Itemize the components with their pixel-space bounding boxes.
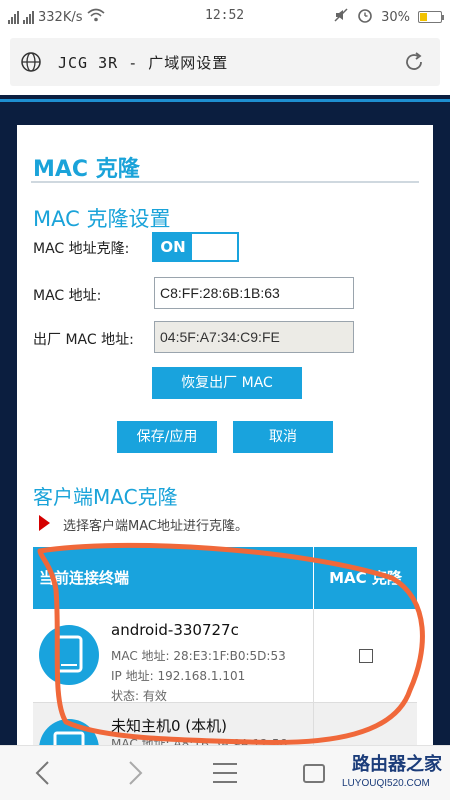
device-name: 未知主机0 (本机) (111, 717, 228, 735)
device-status: 状态: 有效 (111, 689, 167, 703)
factory-mac-label: 出厂 MAC 地址: (33, 332, 134, 348)
mac-clone-label: MAC 地址克隆: (33, 241, 130, 257)
back-icon[interactable] (32, 760, 54, 786)
signal-icon (23, 10, 34, 24)
section-heading: MAC 克隆 (33, 157, 140, 182)
mute-icon (333, 7, 349, 27)
battery-percent: 30% (381, 9, 410, 25)
network-speed: 332K/s (38, 9, 83, 25)
factory-mac-field: 04:5F:A7:34:C9:FE (154, 321, 354, 353)
status-left: 332K/s (8, 8, 105, 26)
toggle-on-label: ON (154, 234, 192, 260)
heading-divider (31, 181, 419, 183)
device-name: android-330727c (111, 621, 239, 639)
restore-factory-mac-button[interactable]: 恢复出厂 MAC (152, 367, 302, 399)
device-mac: MAC 地址: 28:E3:1F:B0:5D:53 (111, 649, 286, 663)
watermark-url: LUYOUQI520.COM (342, 778, 430, 789)
mac-address-label: MAC 地址: (33, 288, 102, 304)
tabs-icon[interactable] (302, 762, 326, 784)
cancel-button[interactable]: 取消 (233, 421, 333, 453)
watermark-logo: 路由器之家 (352, 754, 442, 775)
battery-icon (418, 11, 444, 23)
router-page-frame: MAC 克隆 MAC 克隆设置 MAC 地址克隆: ON MAC 地址: C8:… (0, 95, 450, 745)
mac-address-input[interactable]: C8:FF:28:6B:1B:63 (154, 277, 354, 309)
reload-icon[interactable] (402, 50, 426, 74)
settings-heading: MAC 克隆设置 (33, 207, 171, 231)
header-stripe (0, 99, 450, 102)
table-header: 当前连接终端 MAC 克隆 (33, 547, 417, 609)
arrow-right-icon (39, 515, 50, 531)
status-bar: 332K/s 12:52 30% (0, 0, 450, 34)
signal-icon (8, 10, 19, 24)
globe-icon (21, 52, 41, 72)
forward-icon[interactable] (124, 760, 146, 786)
hint-text: 选择客户端MAC地址进行克隆。 (63, 519, 248, 534)
battery-fill (420, 13, 427, 21)
alarm-icon (357, 7, 373, 27)
clone-cell (313, 703, 417, 745)
wifi-icon (86, 8, 105, 26)
status-right: 30% (333, 7, 444, 27)
clone-cell (313, 609, 417, 703)
clock: 12:52 (205, 8, 245, 23)
device-mac: MAC 地址: A8:1B:5A:9A:12:56 (111, 737, 288, 745)
router-page-content: MAC 克隆 MAC 克隆设置 MAC 地址克隆: ON MAC 地址: C8:… (17, 125, 433, 745)
tablet-device-icon (39, 625, 99, 685)
table-row: android-330727c MAC 地址: 28:E3:1F:B0:5D:5… (33, 609, 417, 703)
column-terminal: 当前连接终端 (39, 569, 130, 587)
browser-address-bar[interactable]: JCG 3R - 广域网设置 (10, 38, 440, 86)
computer-device-icon (39, 719, 99, 745)
device-ip: IP 地址: 192.168.1.101 (111, 669, 246, 683)
client-mac-clone-heading: 客户端MAC克隆 (33, 485, 178, 509)
menu-icon[interactable] (212, 761, 238, 785)
page-title: JCG 3R - 广域网设置 (58, 54, 229, 72)
save-apply-button[interactable]: 保存/应用 (117, 421, 217, 453)
column-mac-clone: MAC 克隆 (313, 547, 417, 609)
mac-clone-toggle[interactable]: ON (152, 232, 239, 262)
clone-checkbox[interactable] (359, 649, 373, 663)
table-row: 未知主机0 (本机) MAC 地址: A8:1B:5A:9A:12:56 (33, 703, 417, 745)
